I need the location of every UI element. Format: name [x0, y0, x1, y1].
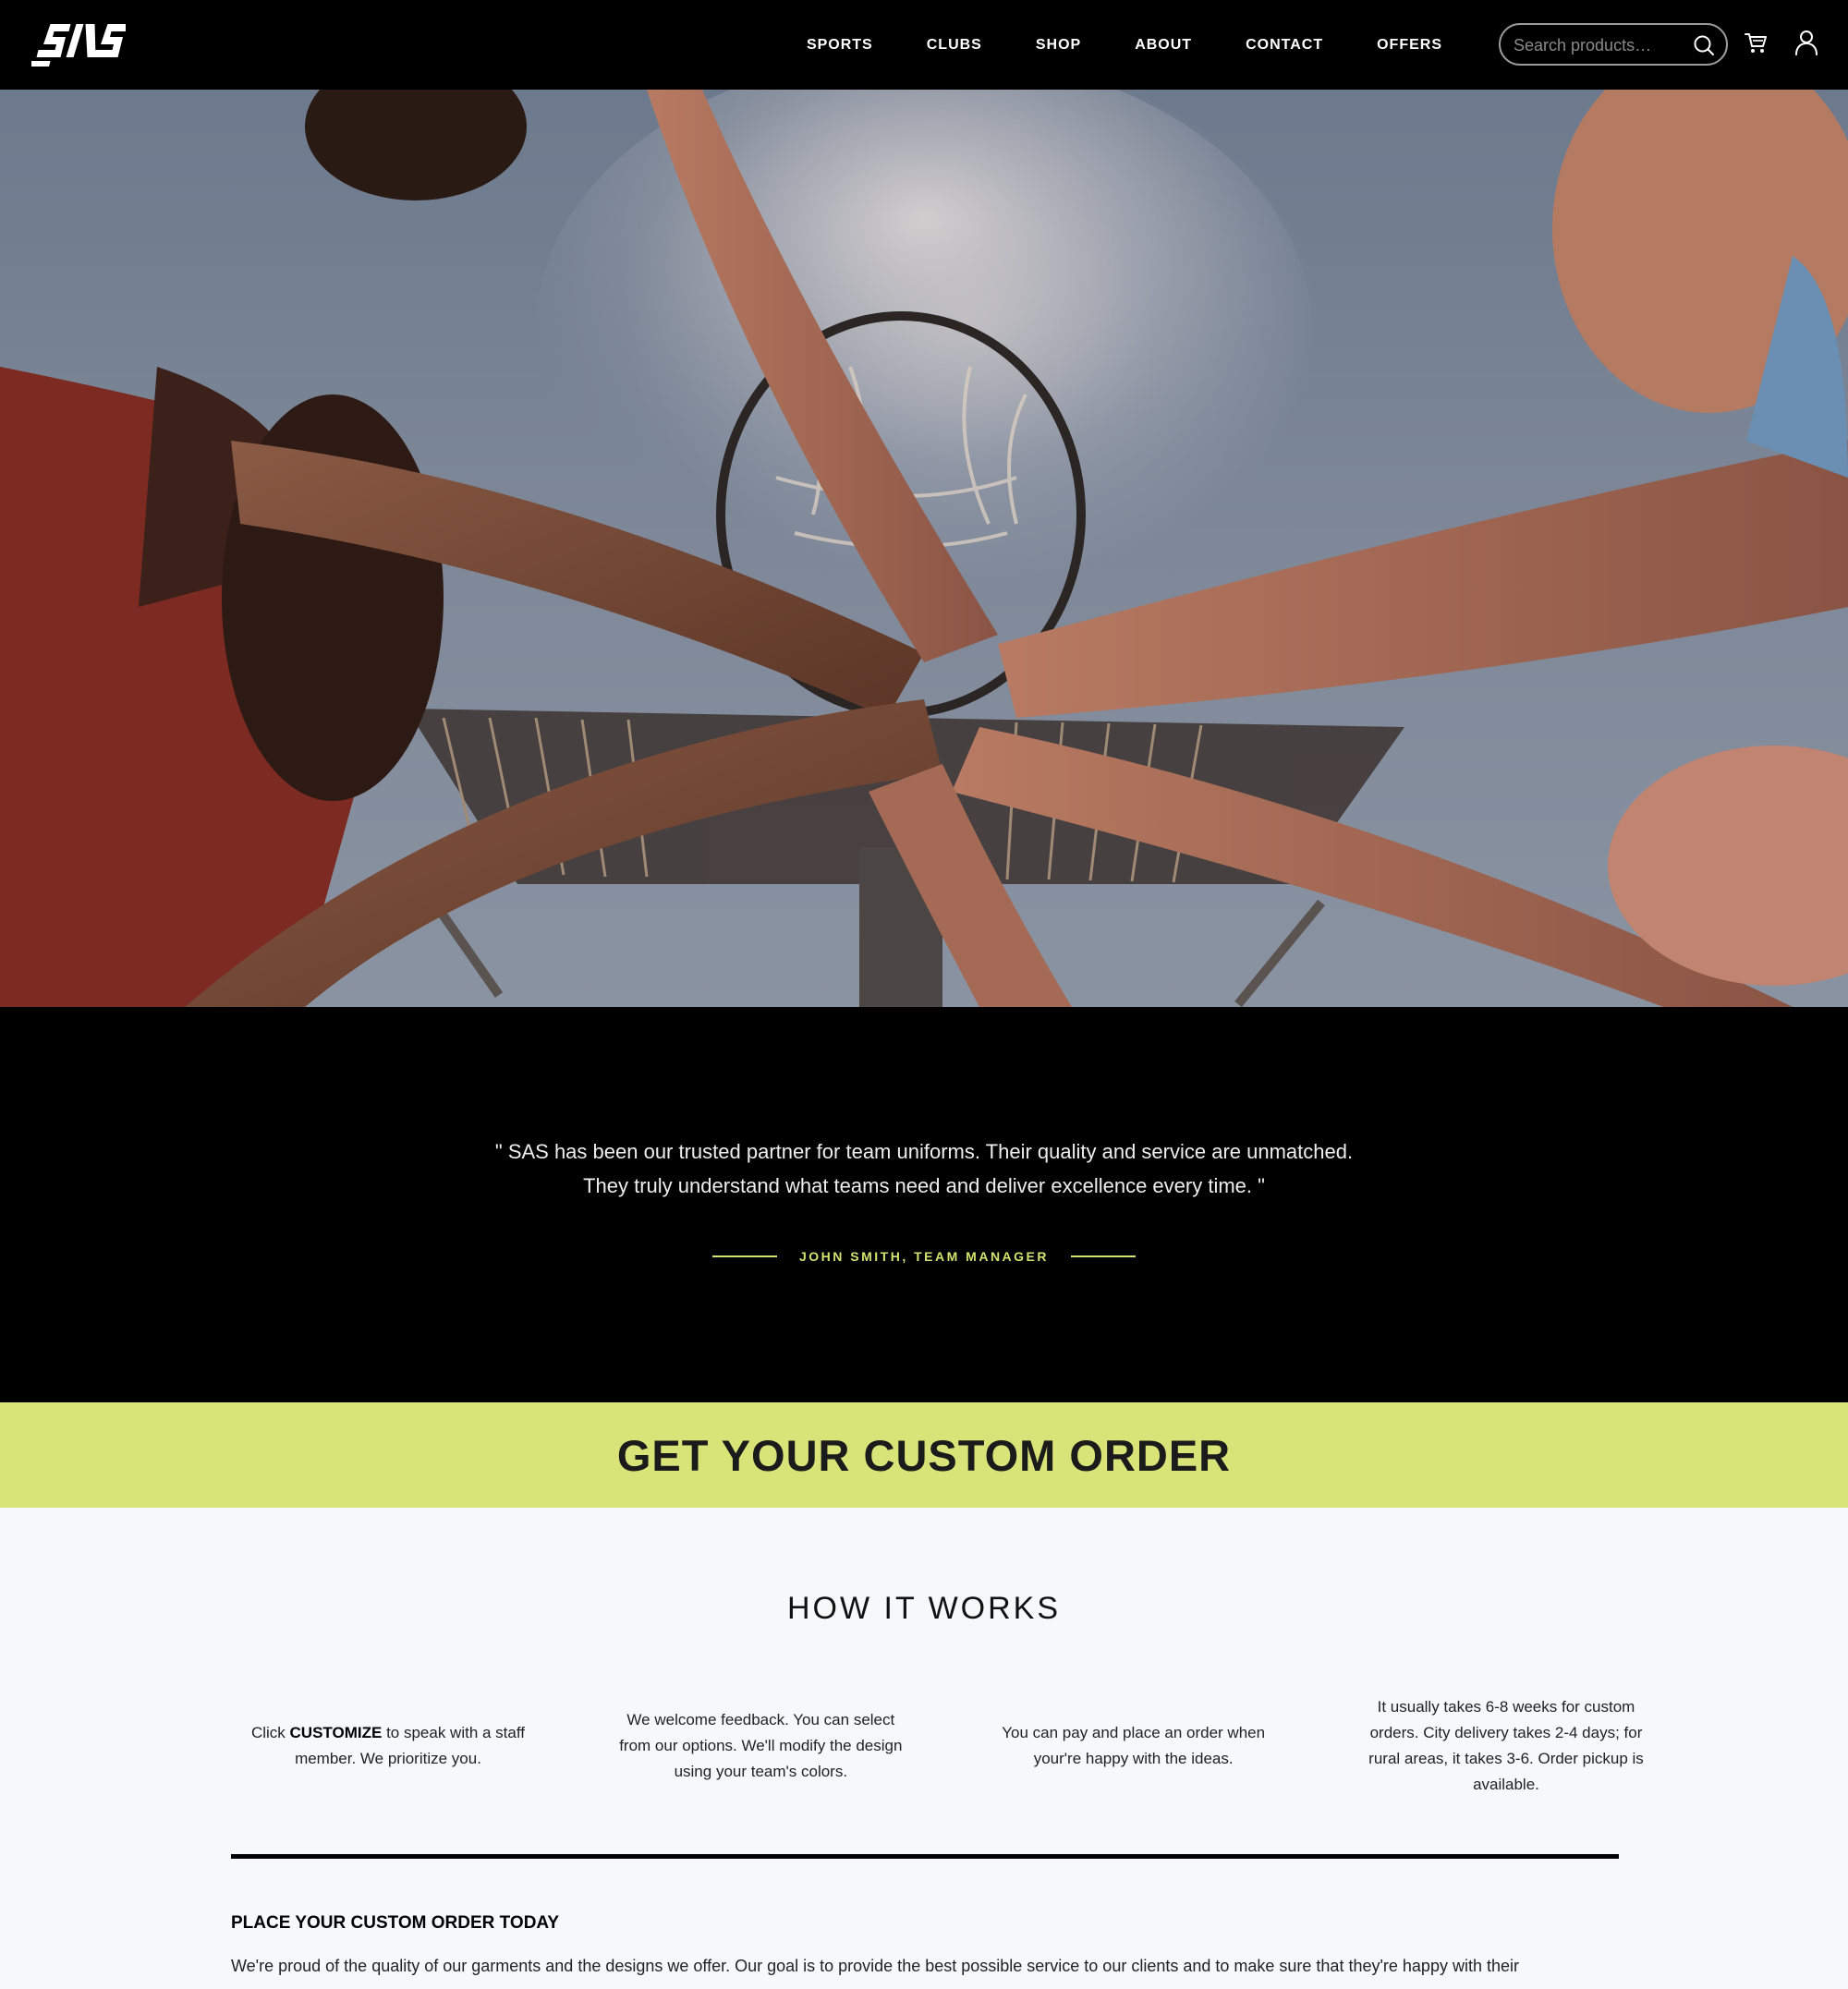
hero-image [0, 90, 1848, 1007]
nav-shop[interactable]: SHOP [1009, 37, 1108, 54]
place-order-title: PLACE YOUR CUSTOM ORDER TODAY [231, 1913, 560, 1933]
nav-contact[interactable]: CONTACT [1219, 37, 1350, 54]
nav-sports[interactable]: SPORTS [780, 37, 900, 54]
quote-line-2: They truly understand what teams need an… [583, 1174, 1265, 1197]
step-1: Click CUSTOMIZE to speak with a staff me… [245, 1720, 531, 1772]
place-order-text: We're proud of the quality of our garmen… [231, 1957, 1519, 1975]
testimonial-quote: " SAS has been our trusted partner for t… [0, 1134, 1848, 1203]
author-divider-right [1071, 1255, 1136, 1257]
nav-about[interactable]: ABOUT [1108, 37, 1219, 54]
sas-logo[interactable] [21, 18, 128, 70]
sas-logo-icon [21, 24, 128, 67]
search-icon[interactable] [1693, 34, 1715, 56]
nav-clubs[interactable]: CLUBS [900, 37, 1009, 54]
step-1-prefix: Click [250, 1724, 290, 1741]
how-it-works-title: HOW IT WORKS [786, 1591, 1062, 1626]
step-2: We welcome feedback. You can select from… [619, 1711, 903, 1780]
testimonial-author: JOHN SMITH, TEAM MANAGER [799, 1249, 1049, 1264]
search-input[interactable] [1514, 34, 1689, 56]
customize-link[interactable]: CUSTOMIZE [290, 1724, 383, 1741]
user-account-icon[interactable] [1794, 30, 1818, 55]
author-divider-left [712, 1255, 777, 1257]
hands-together-basketball-hoop-photo-icon [0, 90, 1848, 1007]
section-divider [231, 1854, 1619, 1859]
main-nav: SPORTS CLUBS SHOP ABOUT CONTACT OFFERS [780, 0, 1469, 90]
nav-offers[interactable]: OFFERS [1350, 37, 1469, 54]
custom-order-title: GET YOUR CUSTOM ORDER [616, 1430, 1232, 1480]
how-it-works-steps: Click CUSTOMIZE to speak with a staff me… [245, 1695, 1649, 1797]
testimonial-section: " SAS has been our trusted partner for t… [0, 1007, 1848, 1402]
step-4: It usually takes 6-8 weeks for custom or… [1368, 1698, 1644, 1793]
cart-icon[interactable] [1744, 30, 1768, 55]
site-header: SPORTS CLUBS SHOP ABOUT CONTACT OFFERS [0, 0, 1848, 90]
step-3: You can pay and place an order when your… [1002, 1724, 1266, 1767]
testimonial-author-row: JOHN SMITH, TEAM MANAGER [0, 1249, 1848, 1264]
custom-order-banner: GET YOUR CUSTOM ORDER [0, 1402, 1848, 1508]
quote-line-1: " SAS has been our trusted partner for t… [494, 1140, 1354, 1163]
search-box [1499, 23, 1728, 66]
